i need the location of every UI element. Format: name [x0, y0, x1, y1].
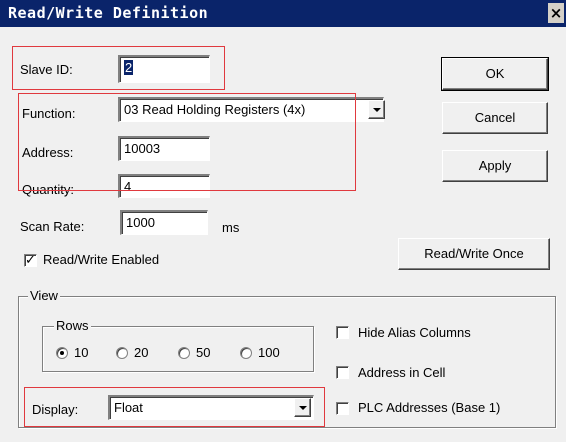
highlight-display [24, 387, 325, 427]
hide-alias-columns-label: Hide Alias Columns [358, 325, 471, 340]
function-dropdown-button[interactable] [368, 100, 385, 119]
highlight-function-address-quantity [18, 93, 356, 191]
rows-group-label: Rows [54, 318, 91, 333]
address-in-cell-label: Address in Cell [358, 365, 446, 380]
cancel-button[interactable]: Cancel [442, 102, 548, 134]
rows-radio-50[interactable] [178, 347, 190, 359]
close-icon[interactable]: × [548, 3, 564, 23]
check-icon: ✓ [25, 252, 36, 267]
scan-rate-label: Scan Rate: [20, 219, 85, 234]
read-write-once-button[interactable]: Read/Write Once [398, 238, 550, 270]
highlight-slave-id [12, 46, 225, 90]
dialog-title: Read/Write Definition [8, 4, 209, 22]
ok-button[interactable]: OK [441, 57, 549, 91]
plc-addresses-label: PLC Addresses (Base 1) [358, 400, 501, 415]
scan-rate-input[interactable]: 1000 [120, 210, 208, 235]
read-write-enabled-text: Read/Write Enabled [43, 252, 160, 267]
title-bar[interactable]: Read/Write Definition × [0, 0, 566, 27]
rows-option-20: 20 [134, 345, 149, 360]
rows-radio-20[interactable] [116, 347, 128, 359]
scan-rate-value: 1000 [126, 215, 155, 230]
address-in-cell-checkbox[interactable] [336, 366, 349, 379]
apply-button[interactable]: Apply [442, 150, 548, 182]
plc-addresses-checkbox[interactable] [336, 402, 349, 415]
rows-radio-10[interactable] [56, 347, 68, 359]
view-group-label: View [28, 288, 60, 303]
scan-rate-unit: ms [222, 220, 240, 235]
rows-radio-100[interactable] [240, 347, 252, 359]
rows-option-50: 50 [196, 345, 211, 360]
rows-option-10: 10 [74, 345, 89, 360]
read-write-definition-dialog: Read/Write Definition × Slave ID: 2 Func… [0, 0, 566, 442]
rows-option-100: 100 [258, 345, 280, 360]
read-write-enabled-label: Read/Write Enabled [43, 252, 159, 267]
read-write-enabled-checkbox[interactable]: ✓ [24, 252, 37, 267]
chevron-down-icon [373, 108, 381, 112]
hide-alias-columns-checkbox[interactable] [336, 326, 349, 339]
